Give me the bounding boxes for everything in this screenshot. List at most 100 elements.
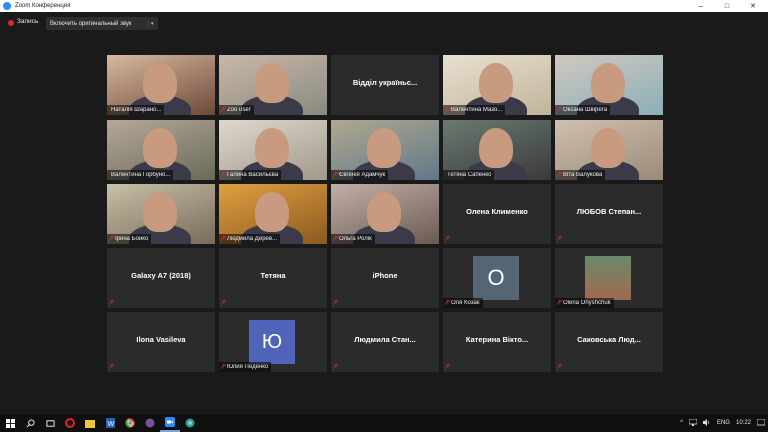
participant-tile[interactable]: O 🎤︎ Оля Козак — [443, 248, 551, 308]
participant-name: Olena Onyshchuk — [563, 300, 611, 306]
participant-figure — [479, 63, 513, 103]
participant-label: 🎤︎ — [443, 362, 454, 372]
participant-figure — [479, 128, 513, 168]
muted-mic-icon: 🎤︎ — [555, 236, 563, 242]
participant-label: 🎤︎ Людмила Дерев... — [219, 234, 281, 244]
participant-name-center: Відділ україньс... — [352, 78, 418, 87]
tray-overflow-icon[interactable]: ^ — [680, 420, 683, 426]
participant-tile[interactable]: Людмила Стан... 🎤︎ — [331, 312, 439, 372]
participant-name: Оля Козак — [451, 300, 480, 306]
participant-tile[interactable]: 🎤︎ Zoo user — [219, 55, 327, 115]
edge-icon[interactable] — [180, 414, 200, 432]
muted-mic-icon: 🎤︎ — [443, 236, 451, 242]
participant-tile[interactable]: Валентина Горбуно... — [107, 120, 215, 180]
muted-mic-icon: 🎤︎ — [555, 107, 563, 113]
participant-name: Галина Васильєва — [227, 172, 279, 178]
language-indicator[interactable]: ENG — [717, 420, 730, 426]
windows-icon[interactable] — [0, 414, 20, 432]
minimize-button[interactable]: – — [690, 0, 712, 12]
participant-label: 🎤︎ Ольга Ролік — [331, 234, 375, 244]
participant-name-center: Ilona Vasileva — [136, 335, 186, 344]
task-view-icon[interactable] — [40, 414, 60, 432]
participant-name-center: Саковська Люд... — [577, 335, 641, 344]
participant-tile[interactable]: Тетяна Сапенко — [443, 120, 551, 180]
muted-mic-icon: 🎤︎ — [443, 364, 451, 370]
original-sound-button[interactable]: Включить оригинальный звук ▾ — [46, 17, 158, 30]
participant-name: Віта Валукова — [563, 172, 603, 178]
participant-tile[interactable]: Galaxy A7 (2018) 🎤︎ — [107, 248, 215, 308]
taskbar: W — [0, 414, 768, 432]
original-sound-label: Включить оригинальный звук — [50, 20, 132, 27]
participant-name: Тетяна Сапенко — [447, 172, 492, 178]
clock[interactable]: 10:22 — [736, 420, 751, 426]
close-button[interactable]: ✕ — [742, 0, 764, 12]
participant-tile[interactable]: Відділ україньс... — [331, 55, 439, 115]
participant-tile[interactable]: iPhone 🎤︎ — [331, 248, 439, 308]
chevron-down-icon[interactable]: ▾ — [148, 20, 154, 27]
chrome-icon[interactable] — [120, 414, 140, 432]
search-icon[interactable] — [20, 414, 40, 432]
record-label[interactable]: Запись — [17, 18, 38, 25]
participant-name: Ірина Бойко — [115, 236, 149, 242]
participant-label: 🎤︎ — [331, 362, 342, 372]
participant-tile[interactable]: Ilona Vasileva 🎤︎ — [107, 312, 215, 372]
muted-mic-icon: 🎤︎ — [219, 172, 227, 178]
participant-tile[interactable]: 🎤︎ Оксана Швірега — [555, 55, 663, 115]
participant-label: 🎤︎ — [331, 298, 342, 308]
participant-tile[interactable]: 🎤︎ Євгенія Адамчук — [331, 120, 439, 180]
volume-icon[interactable] — [702, 418, 711, 428]
participant-tile[interactable]: Наталія Шарано... — [107, 55, 215, 115]
system-tray: ^ ENG 10:22 — [677, 414, 768, 432]
participant-tile[interactable]: 🎤︎ Валентина Мазо... — [443, 55, 551, 115]
participant-label: 🎤︎ — [555, 234, 566, 244]
participant-figure — [255, 192, 289, 232]
participant-tile[interactable]: 🎤︎ Галина Васильєва — [219, 120, 327, 180]
participant-name: Наталія Шарано... — [111, 107, 162, 113]
participant-name: Валентина Горбуно... — [111, 172, 171, 178]
participant-tile[interactable]: Катерина Вікто... 🎤︎ — [443, 312, 551, 372]
participant-name: Оксана Швірега — [563, 107, 608, 113]
participant-label: 🎤︎ — [219, 298, 230, 308]
participant-tile[interactable]: ЛЮБОВ Степан... 🎤︎ — [555, 184, 663, 244]
participant-label: 🎤︎ Юлия Педенко — [219, 362, 272, 372]
notifications-icon[interactable] — [756, 418, 766, 428]
muted-mic-icon: 🎤︎ — [107, 236, 115, 242]
participant-name-center: Galaxy A7 (2018) — [131, 271, 191, 280]
opera-icon[interactable] — [60, 414, 80, 432]
word-icon[interactable]: W — [100, 414, 120, 432]
muted-mic-icon: 🎤︎ — [331, 236, 339, 242]
participant-label: 🎤︎ Євгенія Адамчук — [331, 170, 389, 180]
participant-label: 🎤︎ Віта Валукова — [555, 170, 606, 180]
avatar: Ю — [249, 320, 295, 364]
muted-mic-icon: 🎤︎ — [555, 300, 563, 306]
muted-mic-icon: 🎤︎ — [443, 300, 451, 306]
muted-mic-icon: 🎤︎ — [107, 300, 115, 306]
participant-figure — [367, 192, 401, 232]
participant-tile[interactable]: Саковська Люд... 🎤︎ — [555, 312, 663, 372]
participant-label: 🎤︎ Оксана Швірега — [555, 105, 611, 115]
participant-name: Людмила Дерев... — [227, 236, 278, 242]
muted-mic-icon: 🎤︎ — [331, 172, 339, 178]
muted-mic-icon: 🎤︎ — [555, 172, 563, 178]
participant-tile[interactable]: 🎤︎ Віта Валукова — [555, 120, 663, 180]
participant-tile[interactable]: 🎤︎ Olena Onyshchuk — [555, 248, 663, 308]
network-icon[interactable] — [688, 418, 698, 428]
participant-figure — [367, 128, 401, 168]
participant-figure — [255, 128, 289, 168]
participant-tile[interactable]: 🎤︎ Ольга Ролік — [331, 184, 439, 244]
participant-tile[interactable]: Тетяна 🎤︎ — [219, 248, 327, 308]
muted-mic-icon: 🎤︎ — [443, 107, 451, 113]
participant-tile[interactable]: Олена Клименко 🎤︎ — [443, 184, 551, 244]
maximize-button[interactable]: □ — [716, 0, 738, 12]
svg-text:W: W — [107, 421, 114, 428]
participant-tile[interactable]: Ю 🎤︎ Юлия Педенко — [219, 312, 327, 372]
viber-icon[interactable] — [140, 414, 160, 432]
participant-tile[interactable]: 🎤︎ Людмила Дерев... — [219, 184, 327, 244]
participant-name: Євгенія Адамчук — [339, 172, 386, 178]
zoom-icon[interactable] — [160, 414, 180, 432]
file-explorer-icon[interactable] — [80, 414, 100, 432]
participant-label: 🎤︎ Olena Onyshchuk — [555, 298, 614, 308]
participant-name: Ольга Ролік — [339, 236, 372, 242]
participant-label: 🎤︎ Zoo user — [219, 105, 254, 115]
participant-tile[interactable]: 🎤︎ Ірина Бойко — [107, 184, 215, 244]
